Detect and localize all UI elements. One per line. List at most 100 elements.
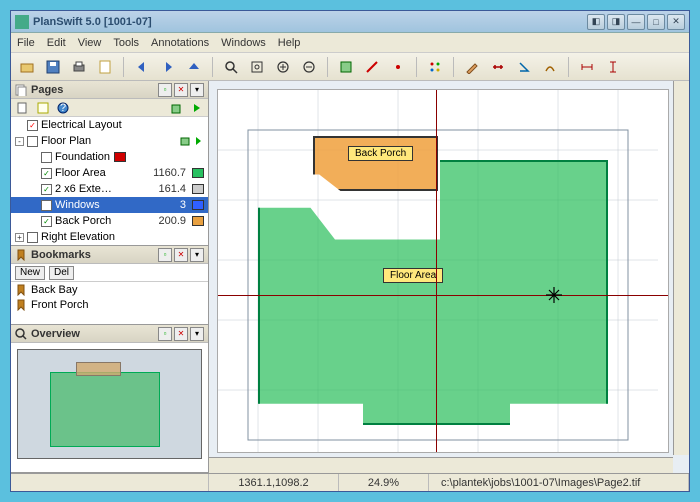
twisty-icon[interactable]: + <box>15 233 24 242</box>
back-porch-shape[interactable] <box>313 136 438 191</box>
checkbox[interactable]: ✓ <box>41 216 52 227</box>
window-title: PlanSwift 5.0 [1001-07] <box>33 16 587 28</box>
point-tool-button[interactable] <box>425 57 445 77</box>
nav-fwd-button[interactable] <box>158 57 178 77</box>
nav-back-button[interactable] <box>132 57 152 77</box>
pencil-tool-button[interactable] <box>462 57 482 77</box>
pages-title: Pages <box>31 84 158 96</box>
menu-edit[interactable]: Edit <box>47 37 66 49</box>
panel-close-button[interactable]: ✕ <box>174 83 188 97</box>
tree-row[interactable]: ✓Floor Area1160.7 <box>11 165 208 181</box>
bookmarks-list[interactable]: Back BayFront Porch <box>11 282 208 312</box>
dim-v-button[interactable] <box>603 57 623 77</box>
panel-expand-button[interactable]: ▫ <box>158 83 172 97</box>
save-button[interactable] <box>43 57 63 77</box>
minimize-button[interactable]: — <box>627 14 645 30</box>
sidebar: Pages ▫ ✕ ▾ ? ✓Electrical Layout-Floor P… <box>11 81 209 473</box>
panel-menu-button[interactable]: ▾ <box>190 248 204 262</box>
twisty-icon[interactable]: - <box>15 137 24 146</box>
zoom-fit-button[interactable] <box>247 57 267 77</box>
panel-close-button[interactable]: ✕ <box>174 327 188 341</box>
zoom-tool-button[interactable] <box>221 57 241 77</box>
zoom-in-button[interactable] <box>273 57 293 77</box>
checkbox[interactable]: ✓ <box>41 168 52 179</box>
bookmark-item[interactable]: Back Bay <box>11 282 208 297</box>
color-swatch <box>192 216 204 226</box>
bookmark-new-button[interactable]: New <box>15 266 45 280</box>
menu-tools[interactable]: Tools <box>113 37 139 49</box>
checkbox[interactable]: ✓ <box>41 184 52 195</box>
maximize-button[interactable]: □ <box>647 14 665 30</box>
checkbox[interactable] <box>41 152 52 163</box>
tree-label: Floor Plan <box>41 135 91 147</box>
menu-file[interactable]: File <box>17 37 35 49</box>
tree-row[interactable]: - Floor Plan <box>11 133 208 149</box>
panel-expand-button[interactable]: ▫ <box>158 248 172 262</box>
menu-windows[interactable]: Windows <box>221 37 266 49</box>
zoom-out-button[interactable] <box>299 57 319 77</box>
horizontal-scrollbar[interactable] <box>209 457 673 473</box>
page-next-button[interactable] <box>188 101 204 115</box>
tree-label: Windows <box>55 199 100 211</box>
app-window: PlanSwift 5.0 [1001-07] ◧ ◨ — □ ✕ File E… <box>10 10 690 492</box>
tree-row[interactable]: ✓Back Porch200.9 <box>11 213 208 229</box>
bookmark-del-button[interactable]: Del <box>49 266 74 280</box>
tree-row[interactable]: + Right Elevation <box>11 229 208 245</box>
crosshair-horizontal <box>218 295 668 296</box>
tree-value: 161.4 <box>158 183 186 195</box>
new-page-button[interactable] <box>15 101 31 115</box>
pages-toolbar: ? <box>11 99 208 117</box>
bookmarks-title: Bookmarks <box>31 249 158 261</box>
panel-expand-button[interactable]: ▫ <box>158 327 172 341</box>
pages-panel: Pages ▫ ✕ ▾ ? ✓Electrical Layout-Floor P… <box>11 81 208 246</box>
tree-label: Right Elevation <box>41 231 115 243</box>
nav-up-button[interactable] <box>184 57 204 77</box>
vertical-scrollbar[interactable] <box>673 81 689 455</box>
overview-panel: Overview ▫ ✕ ▾ <box>11 325 208 473</box>
area-tool-button[interactable] <box>336 57 356 77</box>
menu-view[interactable]: View <box>78 37 102 49</box>
panel-close-button[interactable]: ✕ <box>174 248 188 262</box>
dim-h-button[interactable] <box>577 57 597 77</box>
measure-tool-button[interactable] <box>488 57 508 77</box>
bookmark-icon <box>15 249 27 261</box>
panel-menu-button[interactable]: ▾ <box>190 83 204 97</box>
count-tool-button[interactable] <box>388 57 408 77</box>
checkbox[interactable] <box>27 136 38 147</box>
page-copy-button[interactable] <box>168 101 184 115</box>
checkbox[interactable] <box>27 232 38 243</box>
close-button[interactable]: ✕ <box>667 14 685 30</box>
tree-label: Electrical Layout <box>41 119 122 131</box>
tree-row[interactable]: Windows3 <box>11 197 208 213</box>
panel-menu-button[interactable]: ▾ <box>190 327 204 341</box>
menu-help[interactable]: Help <box>278 37 301 49</box>
angle-tool-button[interactable] <box>514 57 534 77</box>
checkbox[interactable] <box>41 200 52 211</box>
overview-icon <box>15 328 27 340</box>
color-swatch <box>192 168 204 178</box>
page-help-button[interactable]: ? <box>55 101 71 115</box>
back-porch-label: Back Porch <box>348 146 413 161</box>
checkbox[interactable]: ✓ <box>27 120 38 131</box>
pages-icon <box>15 84 27 96</box>
tree-row[interactable]: Foundation <box>11 149 208 165</box>
dock-right-button[interactable]: ◨ <box>607 14 625 30</box>
floor-area-label: Floor Area <box>383 268 443 283</box>
open-button[interactable] <box>17 57 37 77</box>
arc-tool-button[interactable] <box>540 57 560 77</box>
menu-annotations[interactable]: Annotations <box>151 37 209 49</box>
bookmarks-panel: Bookmarks ▫ ✕ ▾ New Del Back BayFront Po… <box>11 246 208 325</box>
tree-label: Foundation <box>55 151 110 163</box>
linear-tool-button[interactable] <box>362 57 382 77</box>
canvas[interactable]: Back Porch Floor Area <box>209 81 689 473</box>
bookmark-item[interactable]: Front Porch <box>11 297 208 312</box>
dock-left-button[interactable]: ◧ <box>587 14 605 30</box>
pages-button[interactable] <box>95 57 115 77</box>
tree-row[interactable]: ✓2 x6 Exte…161.4 <box>11 181 208 197</box>
tree-row[interactable]: ✓Electrical Layout <box>11 117 208 133</box>
pages-tree[interactable]: ✓Electrical Layout-Floor PlanFoundation✓… <box>11 117 208 245</box>
page-note-button[interactable] <box>35 101 51 115</box>
print-button[interactable] <box>69 57 89 77</box>
color-swatch <box>114 152 126 162</box>
overview-canvas[interactable] <box>17 349 202 459</box>
